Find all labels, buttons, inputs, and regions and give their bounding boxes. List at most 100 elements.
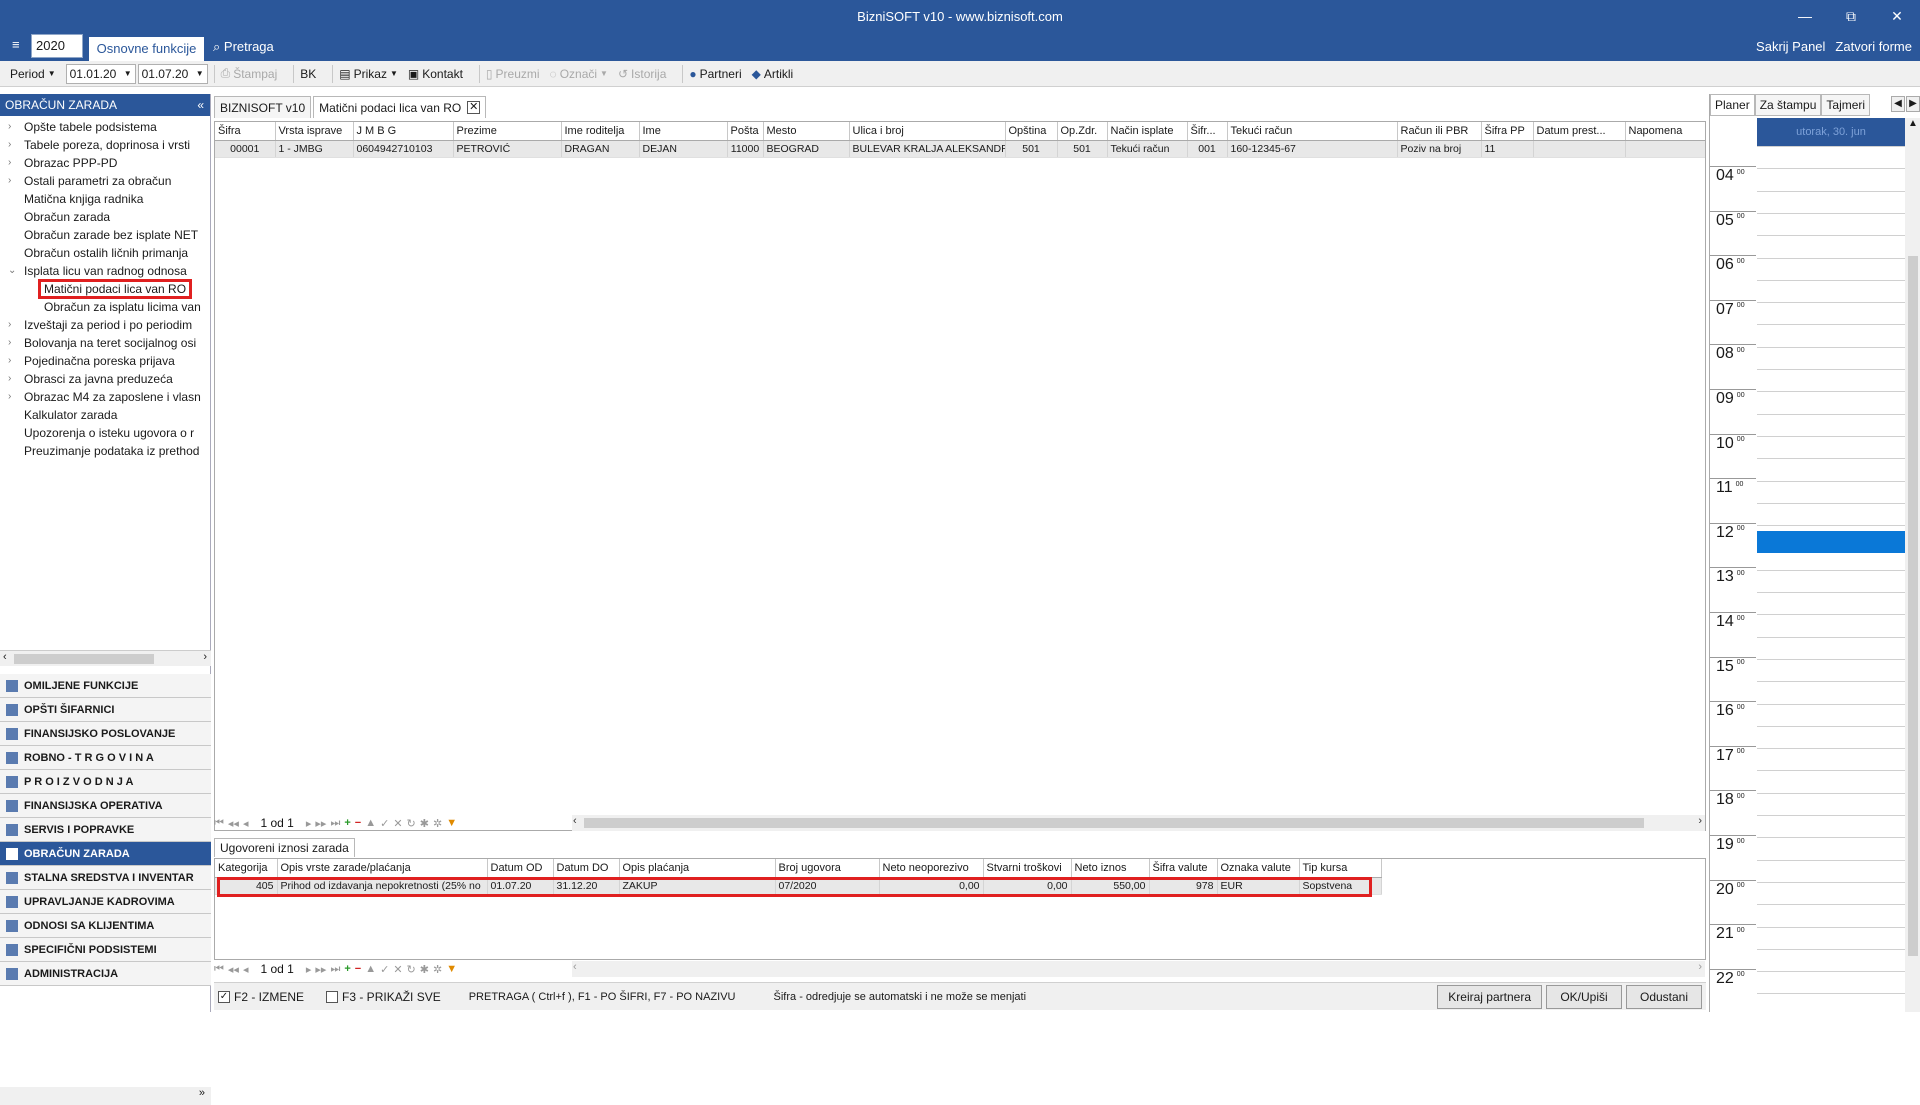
module-specificni-podsistemi[interactable]: SPECIFIČNI PODSISTEMI [0,938,211,962]
refresh-icon[interactable]: ↻ [407,817,416,830]
prev-record-icon[interactable]: ◂ [243,963,249,976]
tab-ugovoreni-iznosi[interactable]: Ugovoreni iznosi zarada [214,838,355,857]
chevron-right-icon[interactable]: › [8,118,11,136]
table-cell-ime[interactable]: DEJAN [639,140,728,158]
database-icon[interactable]: ≡ [12,37,26,55]
table-cell-racun-ili-pbr[interactable]: Poziv na broj [1397,140,1482,158]
prev-page-icon[interactable]: ◂◂ [228,817,239,830]
table-cell-tekuci-racun[interactable]: 160-12345-67 [1227,140,1398,158]
delete-record-icon[interactable]: − [355,817,361,829]
table-cell-ime-roditelja[interactable]: DRAGAN [561,140,640,158]
module-finansijska-operativa[interactable]: FINANSIJSKA OPERATIVA [0,794,211,818]
column-header-sifr[interactable]: Šifr... [1187,122,1228,141]
tree-item-obracun-zarade-bez-isplate-net[interactable]: Obračun zarade bez isplate NET [0,226,211,244]
last-record-icon[interactable]: ⏭ [330,817,340,830]
tab-maticni-podaci[interactable]: Matični podaci lica van RO ✕ [313,96,487,118]
scrollbar-thumb[interactable] [14,654,154,664]
column-header-ime[interactable]: Ime [639,122,728,141]
first-record-icon[interactable]: ⏮ [214,817,224,830]
column-header-broj-ugovora[interactable]: Broj ugovora [775,859,880,878]
table-cell-sifr[interactable]: 001 [1187,140,1228,158]
tree-item-preuzimanje-podataka-iz-prethod[interactable]: Preuzimanje podataka iz prethod [0,442,211,460]
partners-button[interactable]: ● Partneri [689,67,741,81]
module-obracun-zarada[interactable]: OBRAČUN ZARADA [0,842,211,866]
column-header-neto-iznos[interactable]: Neto iznos [1071,859,1150,878]
tree-item-obrazac-ppp-pd[interactable]: › Obrazac PPP-PD [0,154,211,172]
tree-item-kalkulator-zarada[interactable]: Kalkulator zarada [0,406,211,424]
refresh-icon[interactable]: ↻ [407,963,416,976]
tab-tajmeri[interactable]: Tajmeri [1821,94,1871,116]
edit-record-icon[interactable]: ▲ [365,817,376,829]
tree-item-obrasci-za-javna-preduzeca[interactable]: › Obrasci za javna preduzeća [0,370,211,388]
tab-za-stampu[interactable]: Za štampu [1754,94,1822,116]
scroll-up-icon[interactable]: ▲ [1908,118,1918,129]
search-tab[interactable]: ⌕ Pretraga [213,39,274,55]
column-header-j-m-b-g[interactable]: J M B G [353,122,454,141]
chevron-right-icon[interactable]: › [8,370,11,388]
column-header-racun-ili-pbr[interactable]: Račun ili PBR [1397,122,1482,141]
close-tab-icon[interactable]: ✕ [467,101,481,114]
year-input[interactable]: 2020 [31,34,83,58]
column-header-kategorija[interactable]: Kategorija [215,859,278,878]
module-p-r-o-i-z-v-o-d-n-j-a[interactable]: P R O I Z V O D N J A [0,770,211,794]
table-cell-prezime[interactable]: PETROVIĆ [453,140,562,158]
first-record-icon[interactable]: ⏮ [214,963,224,976]
chevron-right-icon[interactable]: › [8,316,11,334]
column-header-opstina[interactable]: Opština [1005,122,1058,141]
filter-icon[interactable]: ▼ [446,817,457,829]
take-over-button[interactable]: ▯ Preuzmi [486,67,540,81]
module-administracija[interactable]: ADMINISTRACIJA [0,962,211,986]
prev-record-icon[interactable]: ◂ [243,817,249,830]
scrollbar-thumb[interactable] [1908,256,1918,956]
tree-item-ostali-parametri-za-obracun[interactable]: › Ostali parametri za obračun [0,172,211,190]
table-cell-ulica-i-broj[interactable]: BULEVAR KRALJA ALEKSANDRA [849,140,1006,158]
cancel-button[interactable]: Odustani [1626,984,1702,1009]
tree-item-obracun-ostalih-licnih-primanja[interactable]: Obračun ostalih ličnih primanja [0,244,211,262]
tab-biznisoft[interactable]: BIZNISOFT v10 [214,96,312,118]
date-to-input[interactable]: 01.07.20 ▼ [137,63,208,84]
options-icon[interactable]: ✲ [433,963,442,976]
tree-item-maticni-podaci-lica-van-ro[interactable]: Matični podaci lica van RO [0,279,211,299]
settings-icon[interactable]: ✱ [420,817,429,830]
column-header-tip-kursa[interactable]: Tip kursa [1299,859,1382,878]
scroll-left-icon[interactable]: ‹ [573,961,577,973]
table-cell-opstina[interactable]: 501 [1005,140,1058,158]
chevron-down-icon[interactable]: ⌄ [8,262,16,280]
tree-item-tabele-poreza-doprinosa-i-vrsti[interactable]: › Tabele poreza, doprinosa i vrsti [0,136,211,154]
tab-osnovne-funkcije[interactable]: Osnovne funkcije [89,37,204,61]
column-header-ulica-i-broj[interactable]: Ulica i broj [849,122,1006,141]
scroll-right-icon[interactable]: › [1698,961,1702,973]
add-record-icon[interactable]: + [344,817,350,829]
column-header-datum-od[interactable]: Datum OD [487,859,554,878]
tree-item-obrazac-m4-za-zaposlene-i-vlasn[interactable]: › Obrazac M4 za zaposlene i vlasn [0,388,211,406]
module-servis-i-popravke[interactable]: SERVIS I POPRAVKE [0,818,211,842]
module-opsti-sifarnici[interactable]: OPŠTI ŠIFARNICI [0,698,211,722]
tab-planer[interactable]: Planer [1710,94,1755,116]
calendar-day-grid[interactable] [1757,146,1905,1012]
mark-dropdown[interactable]: ◌ Označi ▼ [550,67,608,81]
column-header-napomena[interactable]: Napomena [1625,122,1705,141]
column-header-mesto[interactable]: Mesto [763,122,850,141]
f3-show-all-checkbox[interactable]: F3 - PRIKAŽI SVE [326,990,441,1004]
table-cell-op-zdr[interactable]: 501 [1057,140,1108,158]
minimize-button[interactable]: — [1782,0,1828,32]
print-button[interactable]: ⎙ Štampaj [221,66,278,81]
next-page-icon[interactable]: ▸▸ [315,817,326,830]
tree-item-obracun-za-isplatu-licima-van[interactable]: Obračun za isplatu licima van [0,298,211,316]
tree-horizontal-scrollbar[interactable]: ‹ › [0,650,211,666]
table-cell-sifra-pp[interactable]: 11 [1481,140,1534,158]
close-window-button[interactable]: ✕ [1874,0,1920,32]
column-header-opis-vrste-zarade-placanja[interactable]: Opis vrste zarade/plaćanja [277,859,488,878]
last-record-icon[interactable]: ⏭ [330,963,340,976]
tab-scroll-right-icon[interactable]: ▶ [1906,96,1920,112]
history-button[interactable]: ↺ Istorija [618,67,666,81]
tree-item-pojedinacna-poreska-prijava[interactable]: › Pojedinačna poreska prijava [0,352,211,370]
column-header-sifra[interactable]: Šifra [215,122,276,141]
prev-page-icon[interactable]: ◂◂ [228,963,239,976]
column-header-posta[interactable]: Pošta [727,122,764,141]
delete-record-icon[interactable]: − [355,963,361,975]
cancel-edit-icon[interactable]: ✕ [393,817,402,830]
close-forms-button[interactable]: Zatvori forme [1835,39,1912,54]
table-cell-nacin-isplate[interactable]: Tekući račun [1107,140,1188,158]
column-header-datum-prest[interactable]: Datum prest... [1533,122,1626,141]
